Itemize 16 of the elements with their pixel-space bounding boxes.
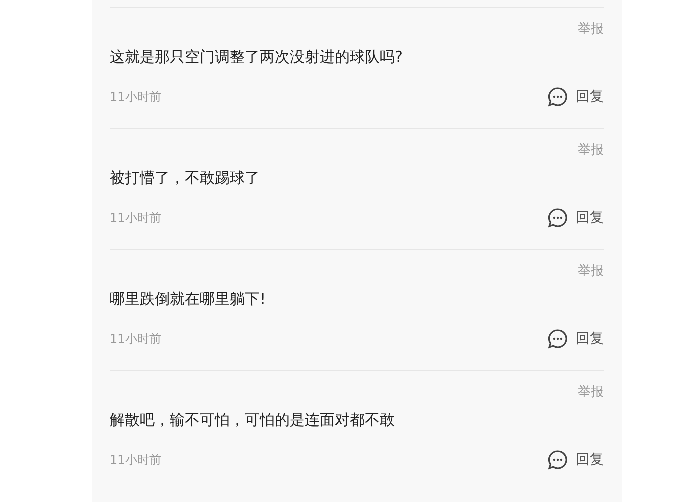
chat-bubble-icon [548,208,568,228]
comment-time: 11小时前 [110,452,162,468]
reply-button[interactable]: 回复 [548,87,604,107]
chat-bubble-icon [548,450,568,470]
chat-bubble-icon [548,87,568,107]
comment-text: 哪里跌倒就在哪里躺下! [110,289,268,310]
reply-button[interactable]: 回复 [548,329,604,349]
comment-text: 这就是那只空门调整了两次没射进的球队吗? [110,47,404,68]
comment-text: 解散吧，输不可怕，可怕的是连面对都不敢 [110,410,396,431]
comment-time: 11小时前 [110,88,162,106]
comment-time: 11小时前 [110,210,162,226]
reply-button[interactable]: 回复 [548,450,604,470]
reply-button[interactable]: 回复 [548,208,604,228]
chat-bubble-icon [548,329,568,349]
comment-text: 被打懵了，不敢踢球了 [110,168,261,189]
comment-time: 11小时前 [110,330,162,348]
